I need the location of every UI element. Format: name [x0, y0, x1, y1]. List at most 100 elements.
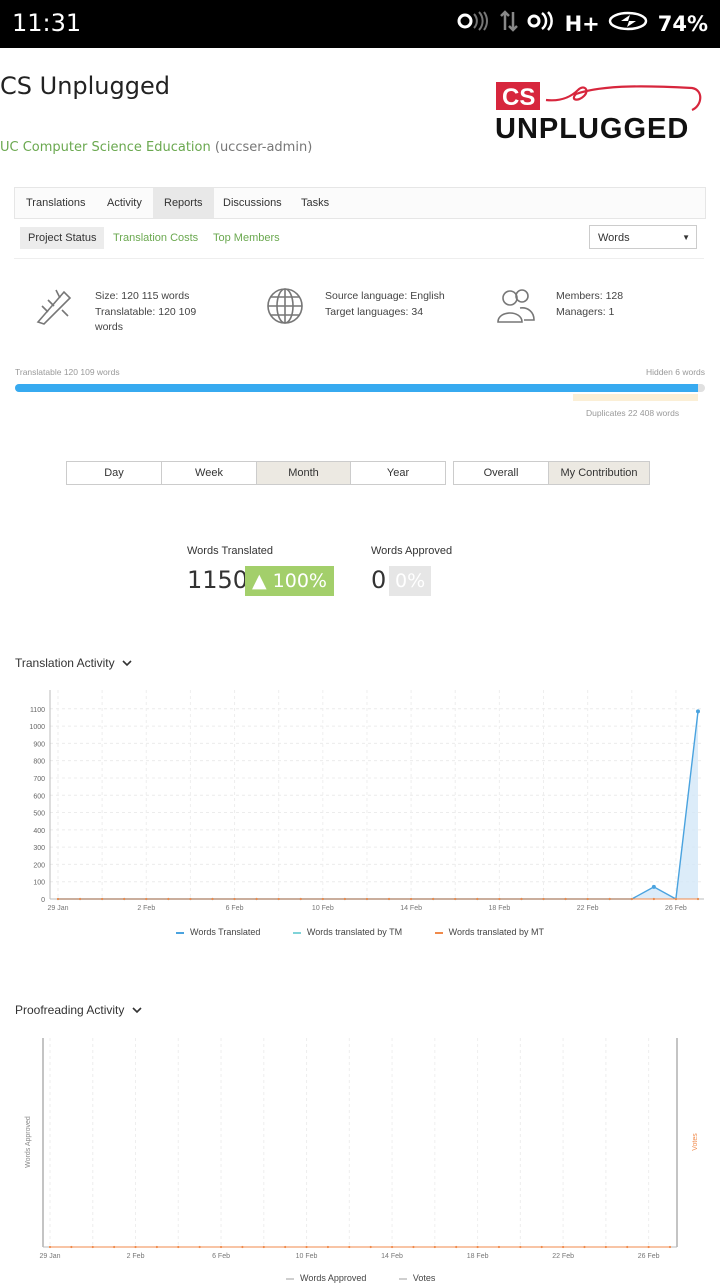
- data-point: [155, 1245, 158, 1249]
- data-point: [497, 1245, 501, 1249]
- data-point: [198, 1245, 201, 1249]
- y-tick-label: 600: [33, 793, 45, 800]
- managers-count: Managers: 1: [556, 305, 615, 318]
- x-tick-label: 26 Feb: [638, 1253, 660, 1260]
- data-point: [123, 897, 126, 901]
- translatable-value: Translatable: 120 109: [95, 305, 197, 318]
- data-point: [78, 897, 82, 901]
- scope-my-contribution-button[interactable]: My Contribution: [548, 461, 650, 485]
- chevron-down-icon: ▼: [682, 233, 690, 242]
- data-point: [626, 1245, 629, 1249]
- data-point: [113, 1245, 116, 1249]
- x-tick-label: 14 Feb: [400, 905, 422, 912]
- tab-reports[interactable]: Reports: [153, 188, 214, 218]
- legend-item-words-mt[interactable]: Words translated by MT: [434, 927, 544, 937]
- data-point: [211, 897, 214, 901]
- scope-overall-button[interactable]: Overall: [453, 461, 549, 485]
- unit-select-value: Words: [598, 232, 630, 244]
- x-tick-label: 29 Jan: [47, 905, 68, 912]
- x-tick-label: 22 Feb: [577, 905, 599, 912]
- words-translated-change-badge: ▲ 100%: [245, 566, 334, 596]
- y-tick-label: 1000: [29, 724, 45, 731]
- data-point: [233, 897, 236, 901]
- y2-axis-label: Votes: [692, 1133, 699, 1151]
- x-tick-label: 18 Feb: [488, 905, 510, 912]
- x-tick-label: 6 Feb: [226, 905, 244, 912]
- legend-label: Words translated by MT: [448, 927, 544, 937]
- data-point: [321, 897, 324, 901]
- data-point: [454, 897, 457, 901]
- words-translated-label: Words Translated: [187, 545, 274, 557]
- legend-item-words-translated[interactable]: Words Translated: [176, 927, 260, 937]
- data-point: [630, 897, 633, 901]
- legend-item-votes[interactable]: Votes: [398, 1273, 435, 1283]
- x-tick-label: 10 Feb: [296, 1253, 318, 1260]
- data-point: [696, 709, 700, 714]
- tab-project-status[interactable]: Project Status: [20, 227, 105, 249]
- battery-percent: 74%: [657, 11, 708, 36]
- data-point: [608, 897, 611, 901]
- y-tick-label: 900: [33, 741, 45, 748]
- x-tick-label: 2 Feb: [127, 1253, 145, 1260]
- data-point: [564, 897, 567, 901]
- tab-top-members[interactable]: Top Members: [205, 227, 288, 249]
- y-tick-label: 700: [33, 776, 45, 783]
- data-point: [455, 1245, 458, 1249]
- data-point: [412, 1245, 415, 1249]
- language-stats: Source language: English Target language…: [325, 289, 445, 320]
- period-day-button[interactable]: Day: [66, 461, 162, 485]
- y-axis-label: Words Approved: [25, 1116, 32, 1168]
- target-languages: Target languages: 34: [325, 305, 424, 318]
- duplicates-label: Duplicates 22 408 words: [586, 408, 680, 418]
- translation-activity-toggle[interactable]: Translation Activity: [15, 656, 132, 670]
- data-point: [326, 1245, 330, 1249]
- cs-unplugged-logo: CS UNPLUGGED: [494, 80, 706, 145]
- translation-activity-chart: 0 100 200 300 400 500 600 700 800 900 1000 1100 29 J…: [29, 690, 704, 912]
- data-point: [433, 1245, 436, 1249]
- tab-translations[interactable]: Translations: [15, 188, 97, 218]
- data-point: [167, 897, 170, 901]
- main-nav: Translations Activity Reports Discussion…: [14, 187, 706, 219]
- period-week-button[interactable]: Week: [161, 461, 257, 485]
- tab-activity[interactable]: Activity: [96, 188, 153, 218]
- size-stats: Size: 120 115 words Translatable: 120 10…: [95, 289, 196, 336]
- period-year-button[interactable]: Year: [350, 461, 446, 485]
- legend-item-words-approved[interactable]: Words Approved: [286, 1273, 366, 1283]
- project-title: CS Unplugged: [0, 72, 170, 100]
- tab-discussions[interactable]: Discussions: [212, 188, 293, 218]
- data-point: [583, 1245, 586, 1249]
- proofreading-activity-toggle[interactable]: Proofreading Activity: [15, 1003, 142, 1017]
- tab-tasks[interactable]: Tasks: [290, 188, 340, 218]
- y-tick-label: 400: [33, 828, 45, 835]
- data-point: [365, 897, 369, 901]
- data-point: [91, 1245, 94, 1249]
- data-point: [70, 1245, 73, 1249]
- status-bar: 11:31 H+ 74%: [0, 0, 720, 48]
- legend-swatch: [176, 931, 184, 934]
- members-icon: [496, 288, 536, 329]
- data-point: [390, 1245, 394, 1249]
- battery-icon: [608, 11, 650, 36]
- translatable-label: Translatable 120 109 words: [15, 367, 120, 377]
- tab-translation-costs[interactable]: Translation Costs: [105, 227, 206, 249]
- y-tick-label: 0: [41, 897, 45, 904]
- legend-item-words-tm[interactable]: Words translated by TM: [292, 927, 402, 937]
- unit-select[interactable]: Words ▼: [589, 225, 697, 249]
- y-tick-label: 100: [33, 880, 45, 887]
- data-point: [134, 1245, 137, 1249]
- y-tick-label: 200: [33, 862, 45, 869]
- y-tick-label: 1100: [30, 707, 45, 714]
- size-value: Size: 120 115 words: [95, 290, 190, 302]
- x-tick-label: 29 Jan: [39, 1253, 60, 1260]
- data-point: [562, 1245, 565, 1249]
- organization-link[interactable]: UC Computer Science Education: [0, 140, 211, 155]
- period-month-button[interactable]: Month: [256, 461, 351, 485]
- data-point: [586, 897, 589, 901]
- data-point: [284, 1245, 287, 1249]
- data-point: [604, 1245, 607, 1249]
- x-tick-label: 14 Feb: [381, 1253, 403, 1260]
- data-point: [696, 897, 700, 901]
- words-approved-value: 0: [371, 566, 387, 594]
- progress-fill: [15, 384, 698, 392]
- data-point: [542, 897, 545, 901]
